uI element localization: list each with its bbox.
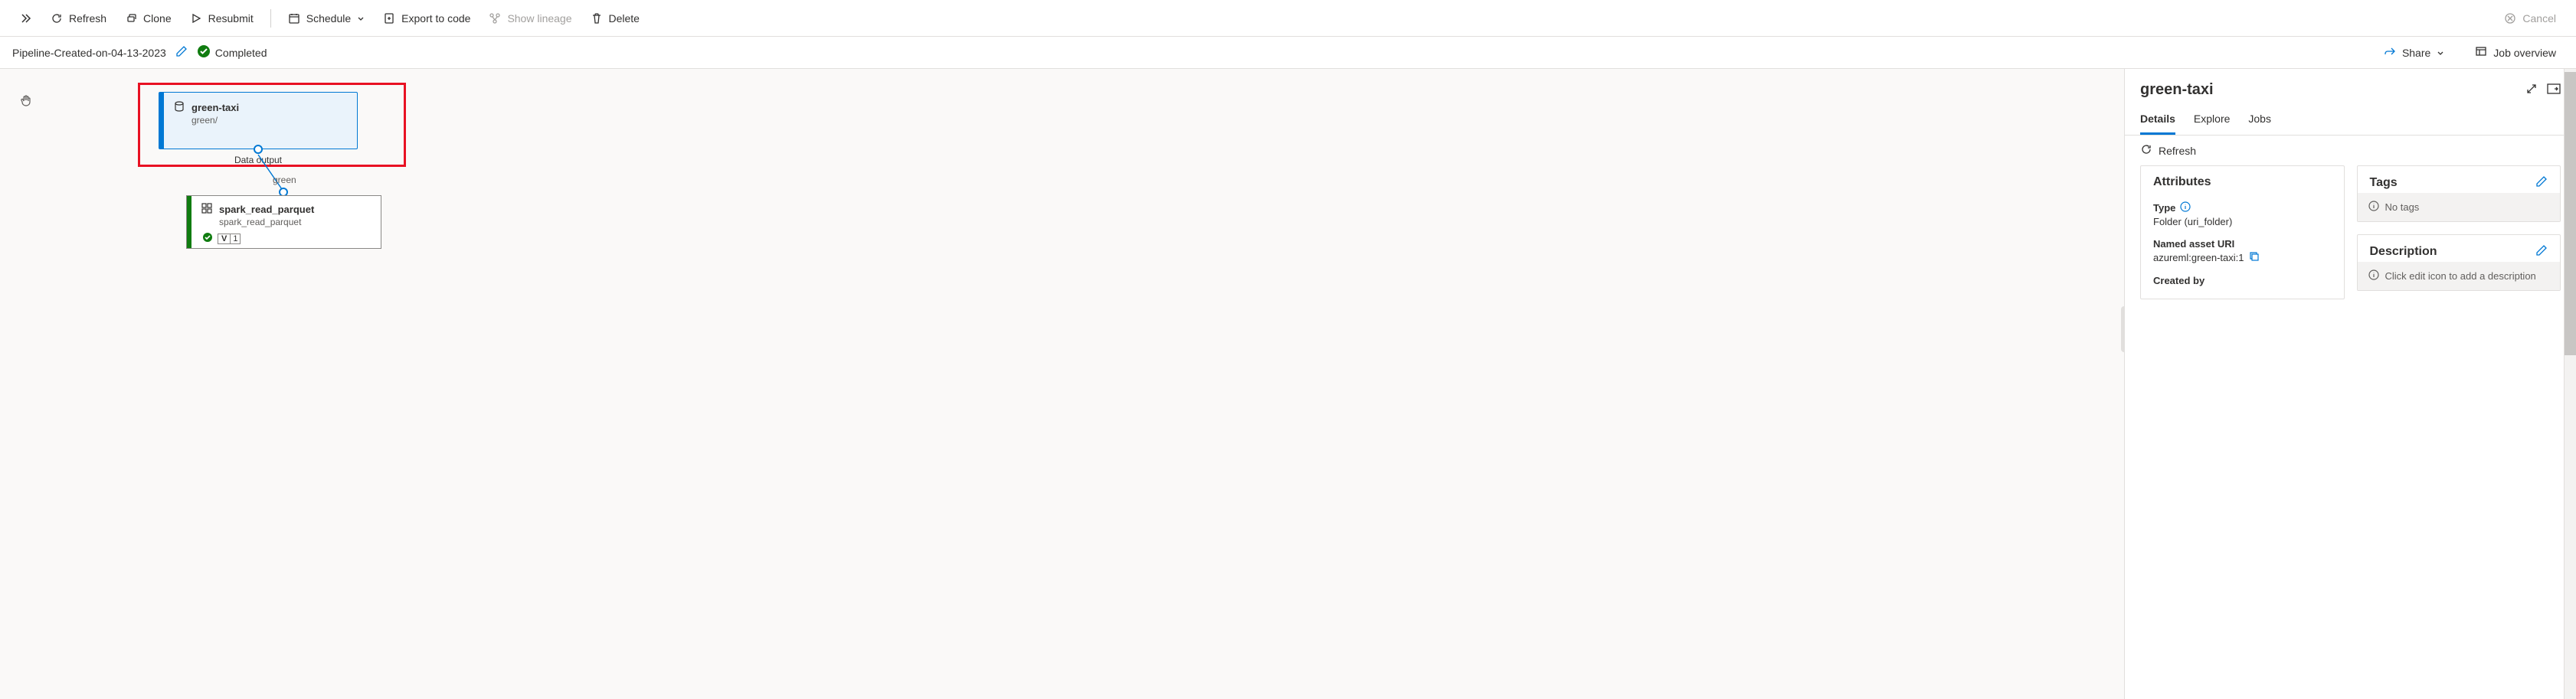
tags-empty: No tags <box>2358 193 2561 221</box>
uri-value: azureml:green-taxi:1 <box>2153 252 2244 263</box>
chevron-double-right-icon <box>20 12 32 24</box>
node-port-label: Data output <box>159 155 358 165</box>
description-empty: Click edit icon to add a description <box>2358 262 2561 290</box>
export-label: Export to code <box>401 12 470 24</box>
calendar-icon <box>288 12 300 24</box>
canvas[interactable]: green-taxi green/ Data output green spar… <box>0 69 2124 699</box>
expand-button[interactable] <box>12 8 40 29</box>
job-overview-button[interactable]: Job overview <box>2467 41 2564 64</box>
cancel-icon <box>2504 12 2516 24</box>
component-icon <box>201 202 213 217</box>
share-label: Share <box>2402 47 2430 59</box>
expand-icon[interactable] <box>2525 83 2538 97</box>
node-output-port[interactable] <box>254 145 263 154</box>
main-area: green-taxi green/ Data output green spar… <box>0 69 2576 699</box>
description-card: Description Click edit icon to add a des… <box>2357 234 2561 291</box>
chevron-down-icon <box>357 15 365 22</box>
description-heading: Description <box>2370 245 2437 259</box>
node-subtitle: green/ <box>191 115 346 126</box>
panel-refresh-label: Refresh <box>2159 145 2196 157</box>
tab-jobs[interactable]: Jobs <box>2248 105 2271 135</box>
trash-icon <box>591 12 603 24</box>
schedule-label: Schedule <box>306 12 351 24</box>
type-value: Folder (uri_folder) <box>2153 216 2332 227</box>
created-by-label: Created by <box>2153 275 2332 286</box>
status-text: Completed <box>215 47 267 59</box>
tags-heading: Tags <box>2370 176 2398 190</box>
overview-icon <box>2475 45 2487 60</box>
refresh-button[interactable]: Refresh <box>43 8 114 29</box>
version-badge-val: 1 <box>230 234 240 243</box>
info-icon <box>2368 201 2379 214</box>
tab-details[interactable]: Details <box>2140 105 2175 135</box>
schedule-button[interactable]: Schedule <box>280 8 372 29</box>
export-button[interactable]: Export to code <box>375 8 478 29</box>
uri-label: Named asset URI <box>2153 238 2332 250</box>
pan-tool-icon[interactable] <box>18 93 34 111</box>
resubmit-label: Resubmit <box>208 12 254 24</box>
edit-icon[interactable] <box>2535 244 2548 259</box>
status-badge: Completed <box>197 44 267 60</box>
clone-button[interactable]: Clone <box>117 8 179 29</box>
check-circle-icon <box>202 232 213 245</box>
delete-label: Delete <box>609 12 640 24</box>
info-icon[interactable] <box>2180 201 2191 214</box>
delete-button[interactable]: Delete <box>583 8 647 29</box>
node-spark-read-parquet[interactable]: spark_read_parquet spark_read_parquet V … <box>186 195 381 249</box>
toolbar-separator <box>270 9 271 28</box>
description-empty-text: Click edit icon to add a description <box>2385 270 2536 282</box>
tab-explore[interactable]: Explore <box>2194 105 2230 135</box>
edit-icon[interactable] <box>175 45 188 60</box>
node-accent <box>159 93 164 149</box>
scrollbar-thumb[interactable] <box>2565 72 2576 355</box>
data-asset-icon <box>173 100 185 115</box>
node-green-taxi[interactable]: green-taxi green/ <box>159 92 358 149</box>
export-icon <box>383 12 395 24</box>
refresh-label: Refresh <box>69 12 106 24</box>
panel-refresh-button[interactable]: Refresh <box>2125 136 2576 165</box>
subheader: Pipeline-Created-on-04-13-2023 Completed… <box>0 37 2576 69</box>
type-label: Type <box>2153 202 2175 214</box>
info-icon <box>2368 269 2379 283</box>
details-panel: green-taxi Details Explore Jobs Refresh <box>2124 69 2576 699</box>
check-circle-icon <box>197 44 211 60</box>
lineage-label: Show lineage <box>507 12 571 24</box>
node-subtitle: spark_read_parquet <box>219 217 370 227</box>
node-accent <box>187 196 191 248</box>
tags-empty-text: No tags <box>2385 201 2420 213</box>
refresh-icon <box>51 12 63 24</box>
copy-icon[interactable] <box>2249 251 2260 264</box>
lineage-icon <box>489 12 501 24</box>
edge-label: green <box>273 175 296 185</box>
panel-title: green-taxi <box>2140 81 2214 99</box>
clone-icon <box>125 12 137 24</box>
scrollbar[interactable] <box>2564 69 2576 699</box>
edit-icon[interactable] <box>2535 175 2548 190</box>
node-title: spark_read_parquet <box>219 204 314 215</box>
resubmit-button[interactable]: Resubmit <box>182 8 261 29</box>
tags-card: Tags No tags <box>2357 165 2561 222</box>
play-icon <box>190 12 202 24</box>
cancel-button: Cancel <box>2496 8 2564 29</box>
overview-label: Job overview <box>2493 47 2556 59</box>
share-icon <box>2384 45 2396 60</box>
popout-icon[interactable] <box>2547 83 2561 97</box>
attributes-heading: Attributes <box>2153 175 2211 189</box>
clone-label: Clone <box>143 12 172 24</box>
version-badge-key: V <box>218 234 230 243</box>
toolbar: Refresh Clone Resubmit Schedule Export t… <box>0 0 2576 37</box>
panel-tabs: Details Explore Jobs <box>2125 105 2576 136</box>
node-title: green-taxi <box>191 102 239 113</box>
cancel-label: Cancel <box>2522 12 2556 24</box>
refresh-icon <box>2140 143 2152 158</box>
attributes-card: Attributes Type Folder (uri_folder) Name… <box>2140 165 2345 299</box>
pipeline-name: Pipeline-Created-on-04-13-2023 <box>12 47 166 59</box>
chevron-down-icon <box>2437 47 2444 59</box>
lineage-button: Show lineage <box>481 8 579 29</box>
share-button[interactable]: Share <box>2376 41 2452 64</box>
